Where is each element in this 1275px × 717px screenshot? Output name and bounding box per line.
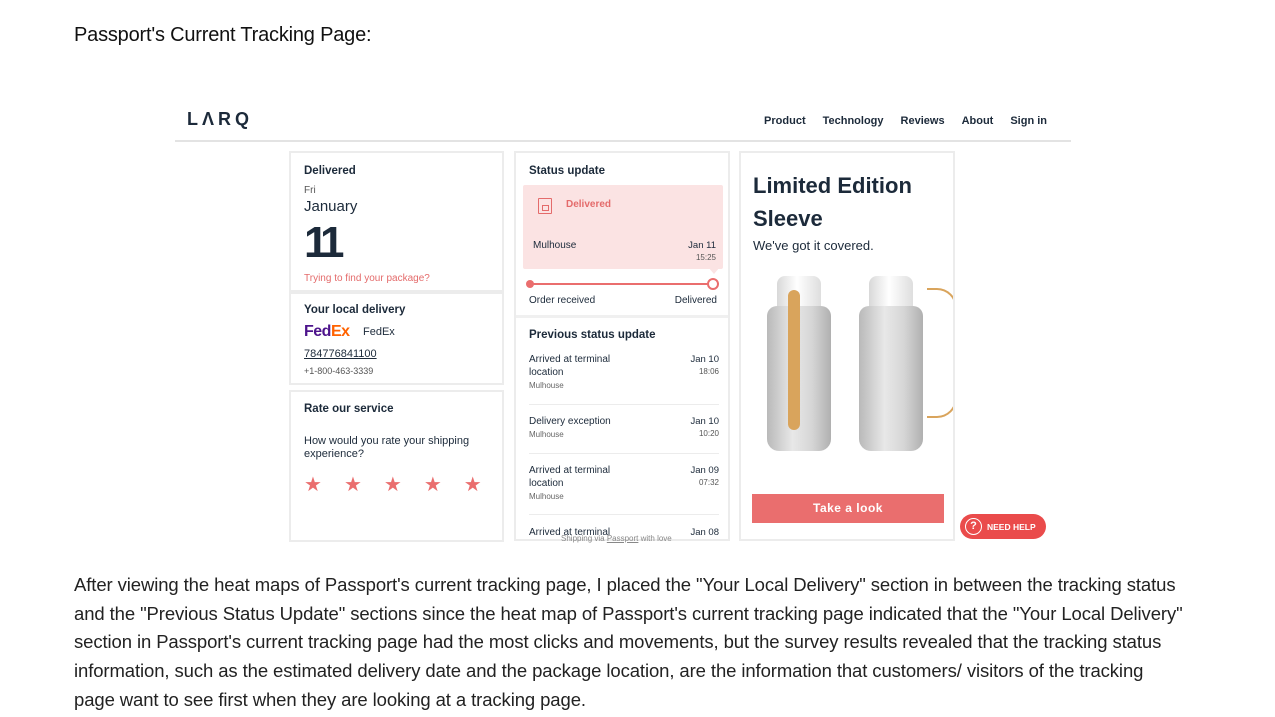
event-date: Jan 09 <box>690 465 719 476</box>
bottle-image <box>859 276 923 451</box>
event-description: Arrived at terminal location <box>529 354 611 378</box>
need-help-button[interactable]: ? NEED HELP <box>960 514 1046 539</box>
rate-title: Rate our service <box>304 403 394 415</box>
rate-question: How would you rate your shipping experie… <box>304 435 470 460</box>
progress-bar <box>529 283 713 285</box>
nav-reviews[interactable]: Reviews <box>901 115 945 127</box>
shipping-suffix: with love <box>638 534 672 543</box>
fedex-logo-fed: Fed <box>304 323 331 340</box>
leather-strap <box>788 290 800 430</box>
promo-subtitle: We've got it covered. <box>753 238 874 253</box>
delivered-month: January <box>304 198 358 215</box>
nav-product[interactable]: Product <box>764 115 806 127</box>
body-paragraph: After viewing the heat maps of Passport'… <box>74 574 1183 710</box>
carrier-name: FedEx <box>363 326 395 338</box>
star-rating: ★ ★ ★ ★ ★ <box>304 475 482 495</box>
fedex-logo: FedEx <box>304 323 350 341</box>
status-event: Delivery exception Mulhouse Jan 10 10:20 <box>529 415 719 439</box>
status-title: Status update <box>529 165 606 177</box>
event-time: 18:06 <box>698 367 719 376</box>
star-icon[interactable]: ★ <box>304 475 322 495</box>
previous-status-title: Previous status update <box>529 329 656 341</box>
nav-technology[interactable]: Technology <box>823 115 884 127</box>
event-description: Delivery exception <box>529 416 611 427</box>
progress-end-label: Delivered <box>674 295 717 306</box>
event-date: Jan 08 <box>690 527 719 538</box>
status-card: Status update Delivered Mulhouse Jan 11 … <box>514 151 730 541</box>
star-icon[interactable]: ★ <box>424 475 442 495</box>
status-pointer <box>708 267 720 274</box>
delivered-card: Delivered Fri January 11 Trying to find … <box>289 151 504 292</box>
event-divider <box>529 404 719 405</box>
fedex-logo-ex: Ex <box>330 323 350 340</box>
progress-end-dot <box>707 278 719 290</box>
take-a-look-button[interactable]: Take a look <box>752 494 944 523</box>
local-delivery-title: Your local delivery <box>304 304 406 316</box>
need-help-label: NEED HELP <box>987 521 1036 532</box>
star-icon[interactable]: ★ <box>344 475 362 495</box>
event-time: 10:20 <box>698 429 719 438</box>
leather-loop <box>927 288 953 418</box>
event-location: Mulhouse <box>529 492 564 501</box>
star-icon[interactable]: ★ <box>464 475 482 495</box>
delivered-title: Delivered <box>304 165 356 177</box>
find-package-link[interactable]: Trying to find your package? <box>304 273 430 284</box>
progress-start-dot <box>526 280 534 288</box>
current-status-location: Mulhouse <box>533 240 577 251</box>
passport-link[interactable]: Passport <box>607 534 639 543</box>
status-event: Arrived at terminal location Mulhouse Ja… <box>529 464 719 501</box>
event-date: Jan 10 <box>690 354 719 365</box>
section-heading: Passport's Current Tracking Page: <box>74 24 372 46</box>
event-divider <box>529 453 719 454</box>
current-status-date: Jan 11 <box>688 240 716 251</box>
question-icon: ? <box>965 518 982 535</box>
star-icon[interactable]: ★ <box>384 475 402 495</box>
local-delivery-card: Your local delivery FedEx FedEx 78477684… <box>289 292 504 385</box>
carrier-phone: +1-800-463-3339 <box>304 366 374 376</box>
larq-logo[interactable]: LΛRQ <box>187 109 253 130</box>
current-status-box: Delivered Mulhouse Jan 11 15:25 <box>523 185 723 269</box>
site-header: LΛRQ Product Technology Reviews About Si… <box>175 100 1071 142</box>
nav-sign-in[interactable]: Sign in <box>1010 115 1047 127</box>
nav-about[interactable]: About <box>962 115 994 127</box>
progress-start-label: Order received <box>529 295 596 306</box>
tracking-number-link[interactable]: 784776841100 <box>304 348 377 360</box>
event-location: Mulhouse <box>529 381 564 390</box>
package-icon <box>538 198 552 214</box>
event-description: Arrived at terminal location <box>529 465 611 489</box>
shipping-credit: Shipping via Passport with love <box>561 534 672 543</box>
main-nav: Product Technology Reviews About Sign in <box>764 115 1047 127</box>
promo-card: Limited Edition Sleeve We've got it cove… <box>739 151 955 541</box>
event-location: Mulhouse <box>529 430 564 439</box>
section-divider <box>516 315 728 318</box>
rate-service-card: Rate our service How would you rate your… <box>289 390 504 542</box>
status-event: Arrived at terminal location Mulhouse Ja… <box>529 353 719 390</box>
delivered-date: 11 <box>304 218 344 267</box>
promo-title: Limited Edition Sleeve <box>753 173 912 231</box>
event-time: 07:32 <box>698 478 719 487</box>
delivered-day: Fri <box>304 185 316 196</box>
current-status-time: 15:25 <box>695 253 716 262</box>
current-status-label: Delivered <box>566 199 612 210</box>
shipping-prefix: Shipping via <box>561 534 607 543</box>
event-date: Jan 10 <box>690 416 719 427</box>
tracking-page-screenshot: LΛRQ Product Technology Reviews About Si… <box>175 100 1071 545</box>
event-divider <box>529 514 719 515</box>
